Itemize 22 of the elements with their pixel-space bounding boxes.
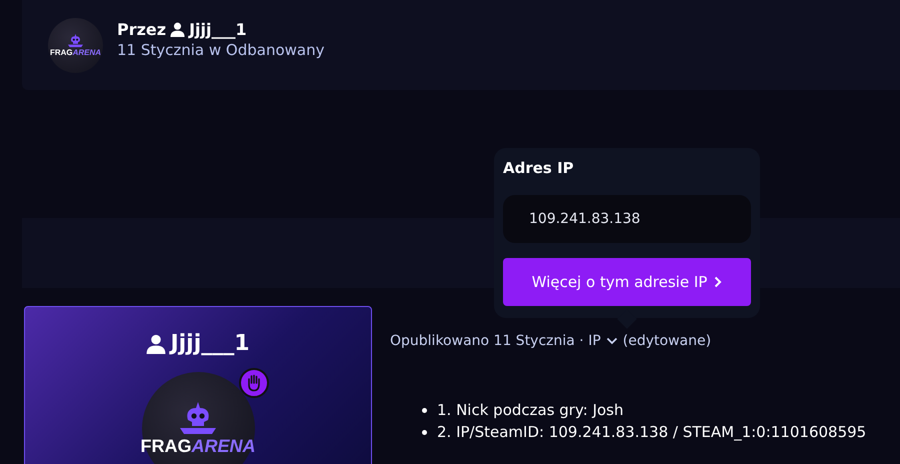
- username-link[interactable]: Jjjj___1: [189, 20, 247, 38]
- list-item: 2. IP/SteamID: 109.241.83.138 / STEAM_1:0:1101608595: [437, 423, 866, 441]
- chevron-right-icon: [714, 276, 722, 288]
- list-item: 1. Nick podczas gry: Josh: [437, 401, 624, 419]
- post-meta: Opublikowano 11 Stycznia · IP: [390, 333, 601, 349]
- popup-title: Adres IP: [503, 159, 575, 177]
- user-icon: [170, 22, 186, 36]
- skull-icon: [67, 33, 84, 48]
- skull-icon: [178, 400, 218, 436]
- chevron-down-icon[interactable]: [606, 337, 618, 345]
- bullet-dot: [422, 430, 427, 434]
- username[interactable]: Jjjj___1: [170, 331, 250, 356]
- by-label: Przez: [117, 20, 166, 38]
- edited-label: (edytowane): [622, 333, 712, 349]
- logo-text: FRAGARENA: [140, 436, 256, 457]
- logo-text: FRAGARENA: [50, 48, 102, 57]
- user-icon: [146, 334, 166, 354]
- post-date: 11 Stycznia w Odbanowany: [117, 40, 324, 58]
- more-info-button[interactable]: Więcej o tym adresie IP: [503, 258, 751, 306]
- ip-field[interactable]: 109.241.83.138: [503, 195, 751, 243]
- hand-badge-icon: [238, 368, 268, 398]
- bullet-dot: [422, 408, 427, 412]
